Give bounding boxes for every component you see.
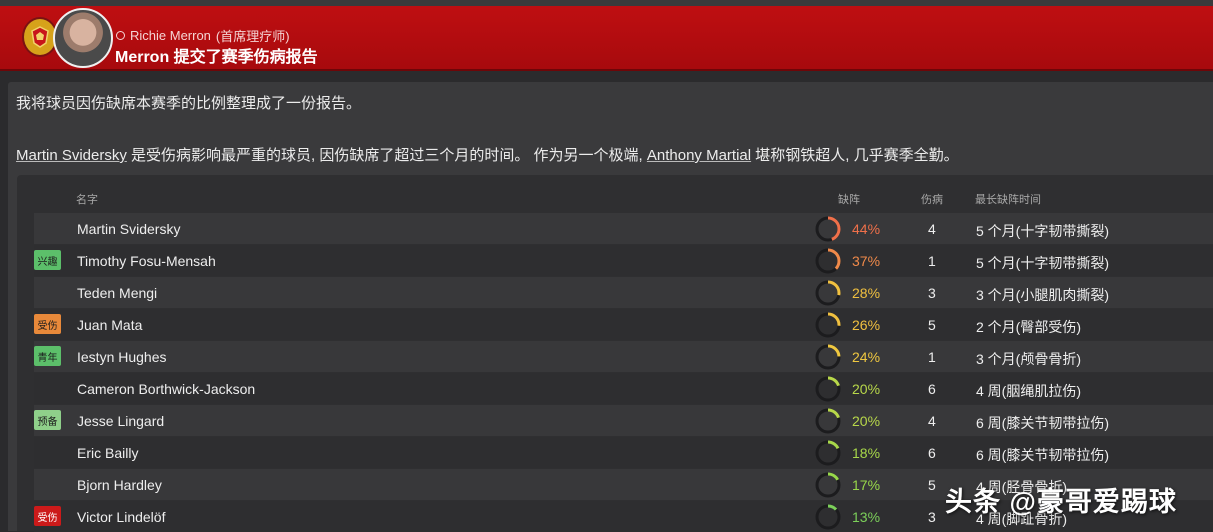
absence-ring (815, 408, 841, 434)
column-header-injuries[interactable]: 伤病 (921, 191, 943, 207)
top-strip (0, 0, 1213, 6)
injury-count: 6 (928, 445, 936, 461)
column-header-absence[interactable]: 缺阵 (838, 191, 860, 207)
table-row[interactable]: Juan Mata 26% 5 2 个月(臀部受伤) (34, 309, 1213, 340)
table-row[interactable]: Cameron Borthwick-Jackson 20% 6 4 周(胭绳肌拉伤) (34, 373, 1213, 404)
message-intro: 我将球员因伤缺席本赛季的比例整理成了一份报告。 (16, 95, 362, 112)
message-summary: Martin Svidersky 是受伤病影响最严重的球员, 因伤缺席了超过三个… (16, 144, 959, 165)
person-icon (116, 31, 125, 40)
avatar[interactable] (53, 8, 113, 68)
player-link-worst[interactable]: Martin Svidersky (16, 147, 127, 164)
table-row[interactable]: Eric Bailly 18% 6 6 周(膝关节韧带拉伤) (34, 437, 1213, 468)
absence-percent: 20% (852, 381, 881, 397)
absence-percent: 37% (852, 253, 881, 269)
table-row[interactable]: Jesse Lingard 20% 4 6 周(膝关节韧带拉伤) (34, 405, 1213, 436)
absence-percent: 44% (852, 221, 881, 237)
absence-ring (815, 312, 841, 338)
injury-count: 1 (928, 253, 936, 269)
player-name[interactable]: Jesse Lingard (77, 413, 164, 429)
table-row[interactable]: Timothy Fosu-Mensah 37% 1 5 个月(十字韧带撕裂) (34, 245, 1213, 276)
sender-name[interactable]: Richie Merron (130, 28, 211, 43)
player-name[interactable]: Teden Mengi (77, 285, 157, 301)
longest-absence: 5 个月(十字韧带撕裂) (976, 223, 1109, 239)
absence-percent: 24% (852, 349, 881, 365)
status-badge[interactable]: 青年 (34, 346, 61, 366)
absence-ring (815, 472, 841, 498)
longest-absence: 6 周(膝关节韧带拉伤) (976, 447, 1109, 463)
longest-absence: 5 个月(十字韧带撕裂) (976, 255, 1109, 271)
player-name[interactable]: Eric Bailly (77, 445, 138, 461)
injury-count: 5 (928, 317, 936, 333)
column-header-longest[interactable]: 最长缺阵时间 (975, 191, 1041, 207)
injury-count: 3 (928, 285, 936, 301)
player-name[interactable]: Bjorn Hardley (77, 477, 162, 493)
absence-ring (815, 504, 841, 530)
absence-ring (815, 376, 841, 402)
message-title: Merron 提交了赛季伤病报告 (115, 49, 318, 66)
column-header-name[interactable]: 名字 (76, 191, 98, 207)
player-name[interactable]: Iestyn Hughes (77, 349, 167, 365)
status-badge[interactable]: 兴趣 (34, 250, 61, 270)
injury-count: 5 (928, 477, 936, 493)
player-link-best[interactable]: Anthony Martial (647, 147, 751, 164)
summary-text-mid: 是受伤病影响最严重的球员, 因伤缺席了超过三个月的时间。 作为另一个极端, (126, 147, 647, 164)
player-name[interactable]: Victor Lindelöf (77, 509, 165, 525)
absence-ring (815, 440, 841, 466)
longest-absence: 3 个月(颅骨骨折) (976, 351, 1081, 367)
injury-count: 4 (928, 413, 936, 429)
player-name[interactable]: Timothy Fosu-Mensah (77, 253, 216, 269)
absence-percent: 13% (852, 509, 881, 525)
status-badge[interactable]: 受伤 (34, 314, 61, 334)
injury-count: 4 (928, 221, 936, 237)
absence-percent: 28% (852, 285, 881, 301)
absence-ring (815, 248, 841, 274)
player-name[interactable]: Juan Mata (77, 317, 142, 333)
status-badge[interactable]: 受伤 (34, 506, 61, 526)
player-name[interactable]: Cameron Borthwick-Jackson (77, 381, 255, 397)
longest-absence: 3 个月(小腿肌肉撕裂) (976, 287, 1109, 303)
absence-ring (815, 344, 841, 370)
longest-absence: 6 周(膝关节韧带拉伤) (976, 415, 1109, 431)
longest-absence: 2 个月(臀部受伤) (976, 319, 1081, 335)
injury-count: 3 (928, 509, 936, 525)
absence-percent: 20% (852, 413, 881, 429)
player-name[interactable]: Martin Svidersky (77, 221, 180, 237)
table-row[interactable]: Martin Svidersky 44% 4 5 个月(十字韧带撕裂) (34, 213, 1213, 244)
longest-absence: 4 周(胭绳肌拉伤) (976, 383, 1081, 399)
table-row[interactable]: Teden Mengi 28% 3 3 个月(小腿肌肉撕裂) (34, 277, 1213, 308)
table-row[interactable]: Iestyn Hughes 24% 1 3 个月(颅骨骨折) (34, 341, 1213, 372)
message-header: Richie Merron (首席理疗师) Merron 提交了赛季伤病报告 (0, 0, 1213, 71)
absence-percent: 26% (852, 317, 881, 333)
injury-count: 6 (928, 381, 936, 397)
absence-ring (815, 280, 841, 306)
watermark: 头条 @豪哥爱踢球 (945, 487, 1177, 517)
absence-percent: 17% (852, 477, 881, 493)
status-badge[interactable]: 预备 (34, 410, 61, 430)
absence-ring (815, 216, 841, 242)
absence-percent: 18% (852, 445, 881, 461)
summary-text-end: 堪称钢铁超人, 几乎赛季全勤。 (751, 147, 959, 164)
injury-count: 1 (928, 349, 936, 365)
